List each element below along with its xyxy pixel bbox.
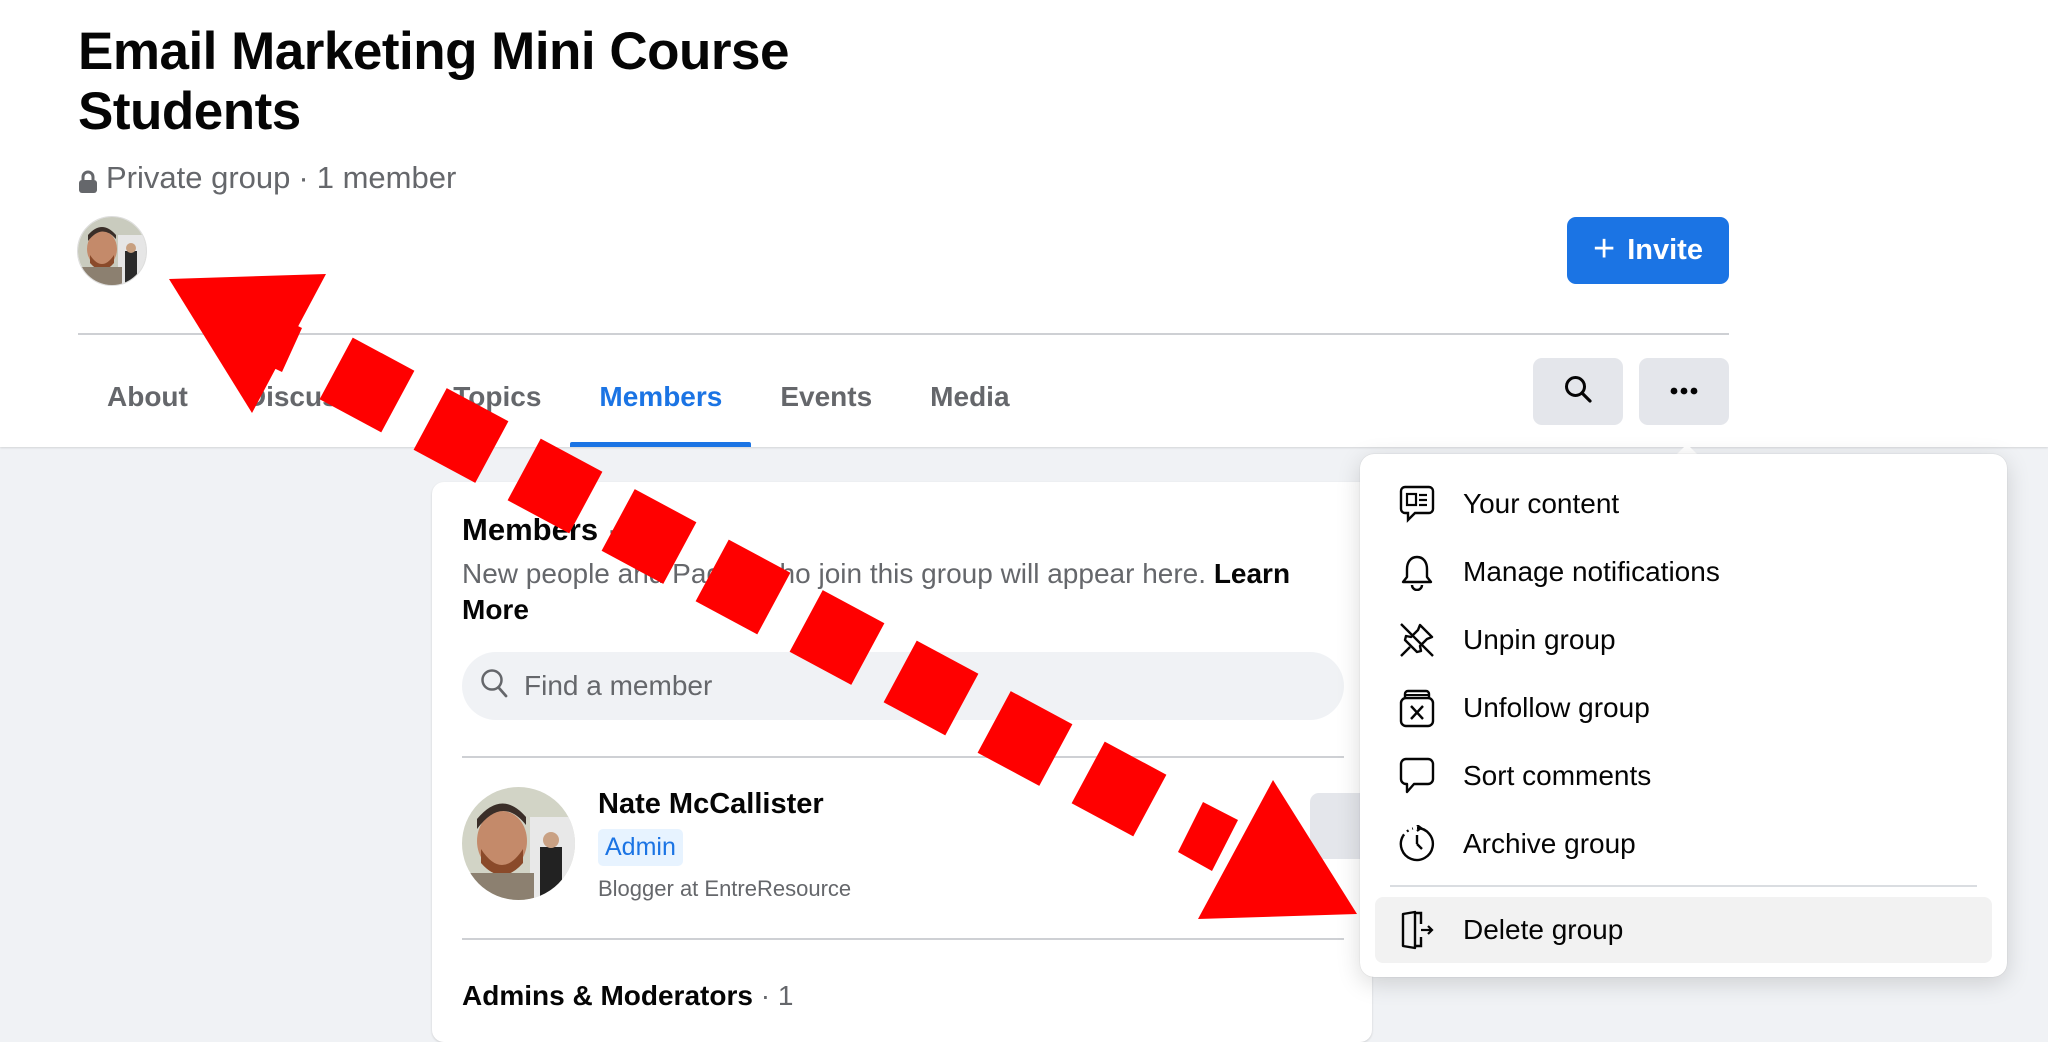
tab-label: Members: [599, 380, 723, 412]
unpin-icon: [1397, 620, 1437, 660]
unfollow-icon: [1397, 688, 1437, 728]
find-member-input[interactable]: [522, 669, 1306, 703]
comment-icon: [1397, 756, 1437, 796]
menu-item-label: Sort comments: [1463, 760, 1652, 791]
menu-item-label: Unpin group: [1463, 624, 1616, 655]
members-heading-count: · 1: [606, 512, 643, 547]
tab-topics[interactable]: Topics: [424, 346, 570, 447]
admins-heading-text: Admins & Moderators: [462, 980, 753, 1011]
tab-discussion[interactable]: Discussion: [217, 346, 424, 447]
member-subtitle: Blogger at EntreResource: [598, 876, 852, 901]
invite-button[interactable]: + Invite: [1567, 217, 1729, 284]
member-count[interactable]: 1 member: [317, 160, 457, 196]
group-tabs: About Discussion Topics Members Events M…: [78, 346, 1039, 447]
divider: [462, 938, 1344, 940]
header-divider: [78, 333, 1729, 335]
member-avatar-small[interactable]: [77, 216, 147, 286]
tab-about[interactable]: About: [78, 346, 217, 447]
more-horizontal-icon: [1669, 383, 1699, 401]
invite-label: Invite: [1627, 234, 1703, 266]
menu-item-label: Delete group: [1463, 914, 1624, 945]
bell-icon: [1397, 552, 1437, 592]
privacy-label: Private group: [106, 160, 291, 195]
admin-badge: Admin: [598, 829, 683, 866]
menu-item-manage-notifications[interactable]: Manage notifications: [1375, 539, 1992, 605]
member-name[interactable]: Nate McCallister: [598, 788, 824, 821]
menu-item-unfollow-group[interactable]: Unfollow group: [1375, 675, 1992, 741]
member-list-item[interactable]: Nate McCallister Admin Blogger at EntreR…: [462, 784, 1405, 914]
archive-icon: [1397, 824, 1437, 864]
menu-item-delete-group[interactable]: Delete group: [1375, 897, 1992, 963]
admins-moderators-heading: Admins & Moderators · 1: [462, 980, 793, 1012]
tab-label: Events: [780, 380, 873, 412]
tab-label: About: [107, 380, 188, 412]
search-button[interactable]: [1533, 358, 1623, 425]
menu-item-label: Manage notifications: [1463, 556, 1720, 587]
menu-item-label: Your content: [1463, 488, 1620, 519]
tab-members[interactable]: Members: [570, 346, 752, 447]
member-avatar[interactable]: [462, 787, 575, 900]
lock-icon: [78, 166, 98, 193]
members-description: New people and Pages who join this group…: [462, 556, 1342, 628]
tab-label: Topics: [453, 380, 542, 412]
menu-item-label: Unfollow group: [1463, 692, 1650, 723]
menu-item-archive-group[interactable]: Archive group: [1375, 811, 1992, 877]
content-icon: [1397, 484, 1437, 524]
members-card: Members · 1 New people and Pages who joi…: [432, 482, 1405, 1042]
exit-door-icon: [1397, 910, 1437, 950]
group-options-menu: Your content Manage notifications Unpin …: [1360, 454, 2007, 977]
menu-item-label: Archive group: [1463, 828, 1636, 859]
tab-events[interactable]: Events: [751, 346, 901, 447]
members-heading: Members · 1: [462, 512, 643, 548]
members-description-text: New people and Pages who join this group…: [462, 558, 1207, 589]
tab-label: Discussion: [245, 380, 396, 412]
search-icon: [480, 668, 510, 705]
plus-icon: +: [1593, 227, 1616, 270]
group-title: Email Marketing Mini Course Students: [78, 22, 789, 141]
tab-label: Media: [930, 380, 1010, 412]
menu-item-your-content[interactable]: Your content: [1375, 471, 1992, 537]
divider: [462, 756, 1344, 758]
more-options-button[interactable]: [1639, 358, 1729, 425]
menu-item-sort-comments[interactable]: Sort comments: [1375, 743, 1992, 809]
find-member-search[interactable]: [462, 652, 1344, 720]
search-icon: [1563, 374, 1593, 409]
group-header: Email Marketing Mini Course Students Pri…: [0, 0, 2048, 447]
members-heading-text: Members: [462, 512, 599, 547]
menu-divider: [1390, 885, 1977, 887]
admins-heading-count: · 1: [760, 980, 794, 1011]
meta-separator: ·: [298, 160, 309, 195]
menu-item-unpin-group[interactable]: Unpin group: [1375, 607, 1992, 673]
tab-media[interactable]: Media: [901, 346, 1038, 447]
group-meta: Private group · 1 member: [78, 160, 456, 196]
